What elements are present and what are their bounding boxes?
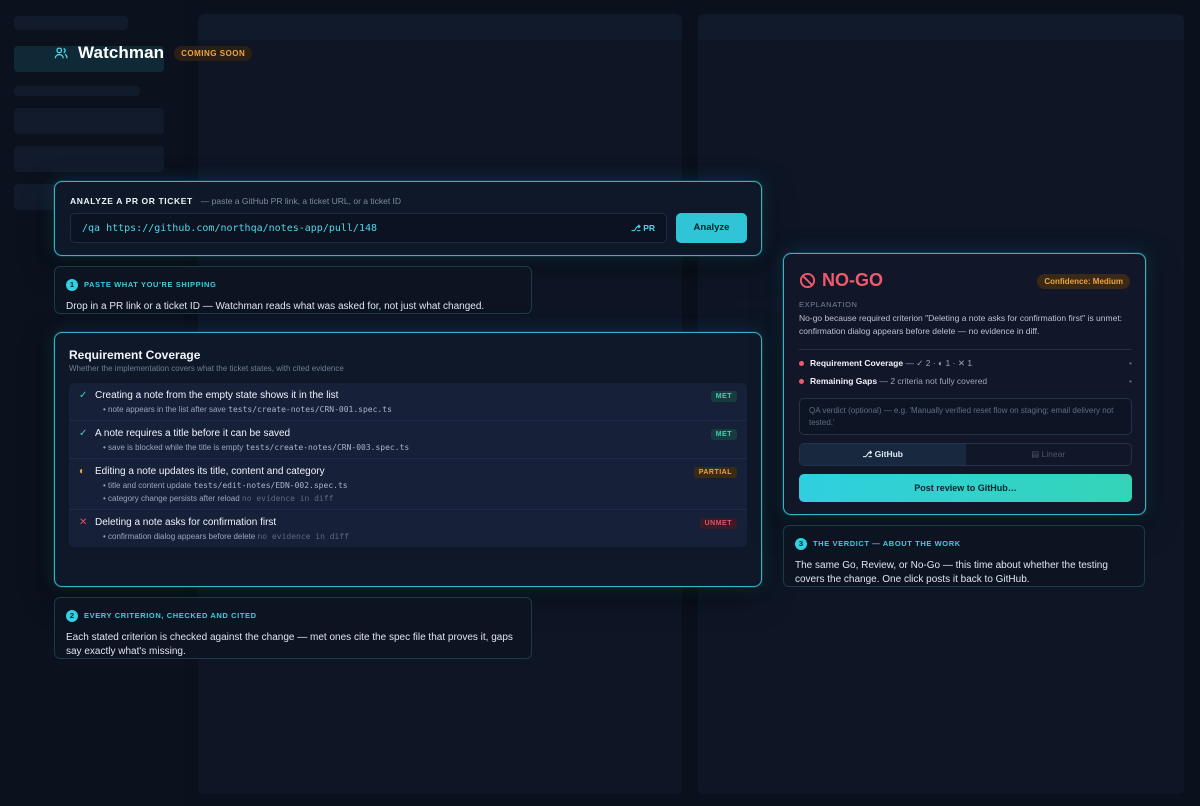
- summary-label: Requirement Coverage: [810, 358, 904, 368]
- cross-icon: ✕: [79, 517, 88, 528]
- evidence-text: save is blocked while the title is empty: [108, 443, 244, 452]
- status-dot: [799, 379, 804, 385]
- status-badge: MET: [710, 391, 737, 402]
- post-review-button[interactable]: Post review to GitHub…: [799, 474, 1132, 502]
- evidence-text: confirmation dialog appears before delet…: [108, 532, 256, 541]
- criterion-row[interactable]: ✓ A note requires a title before it can b…: [69, 421, 747, 459]
- input-value: /qa https://github.com/northqa/notes-app…: [82, 223, 378, 234]
- skeleton-line: [14, 16, 128, 30]
- divider: [799, 349, 1132, 350]
- criterion-row[interactable]: ◐ Editing a note updates its title, conte…: [69, 459, 747, 510]
- analyze-hint: — paste a GitHub PR link, a ticket URL, …: [200, 196, 402, 206]
- analyze-card: ANALYZE A PR OR TICKET — paste a GitHub …: [54, 181, 762, 256]
- step-text: Drop in a PR link or a ticket ID — Watch…: [66, 301, 485, 312]
- evidence-item: • note appears in the list after save te…: [103, 405, 392, 414]
- step-label: THE VERDICT — ABOUT THE WORK: [813, 539, 961, 549]
- github-icon: ⎇: [862, 449, 875, 459]
- verdict-title: NO-GO: [822, 270, 883, 290]
- skeleton-item: [14, 146, 164, 172]
- status-badge: UNMET: [699, 518, 737, 529]
- criterion-name: Editing a note updates its title, conten…: [95, 466, 325, 477]
- step-number: 2: [66, 609, 78, 622]
- criterion-name: Deleting a note asks for confirmation fi…: [95, 517, 277, 528]
- destination-toggle: ⎇ GitHub ▤ Linear: [799, 443, 1132, 466]
- status-badge: MET: [710, 429, 737, 440]
- evidence-item: • category change persists after reload …: [103, 494, 334, 503]
- check-icon: ✓: [79, 428, 88, 439]
- summary-label: Remaining Gaps: [810, 376, 878, 386]
- criterion-name: Creating a note from the empty state sho…: [95, 390, 339, 401]
- input-kind-indicator: ⎇ PR: [631, 223, 655, 234]
- input-kind-label: PR: [643, 223, 655, 233]
- summary-item: Remaining Gaps — 2 criteria not fully co…: [799, 376, 1132, 386]
- pr-ticket-input[interactable]: /qa https://github.com/northqa/notes-app…: [70, 213, 667, 243]
- explanation-text: No-go because required criterion "Deleti…: [799, 313, 1123, 336]
- evidence-ref[interactable]: tests/create-notes/CRN-003.spec.ts: [245, 443, 409, 452]
- evidence-item: • confirmation dialog appears before del…: [103, 532, 349, 541]
- step-note-2: 2 EVERY CRITERION, CHECKED AND CITED Each…: [54, 597, 532, 659]
- skeleton-item: [14, 108, 164, 134]
- step-label: EVERY CRITERION, CHECKED AND CITED: [84, 611, 257, 621]
- step-number: 1: [66, 278, 78, 291]
- summary-item: Requirement Coverage — ✓ 2 · ◐ 1 · ✕ 1 •: [799, 358, 1132, 369]
- analyze-button[interactable]: Analyze: [676, 213, 747, 243]
- step-note-1: 1 PASTE WHAT YOU'RE SHIPPING Drop in a PR…: [54, 266, 532, 314]
- bullet-icon: •: [1129, 358, 1132, 368]
- verdict-card: NO-GO Confidence: Medium EXPLANATION No-…: [783, 253, 1146, 515]
- coverage-title: Requirement Coverage: [69, 348, 201, 362]
- app-header: Watchman COMING SOON: [54, 40, 253, 66]
- coming-soon-badge: COMING SOON: [174, 45, 253, 61]
- status-badge: PARTIAL: [693, 467, 737, 478]
- criterion-row[interactable]: ✓ Creating a note from the empty state sh…: [69, 383, 747, 421]
- tab-linear[interactable]: ▤ Linear: [966, 444, 1132, 465]
- confidence-badge: Confidence: Medium: [1037, 274, 1130, 289]
- evidence-item: • title and content update tests/edit-no…: [103, 481, 348, 490]
- evidence-ref[interactable]: tests/create-notes/CRN-001.spec.ts: [228, 405, 392, 414]
- explanation-label: EXPLANATION: [799, 300, 858, 309]
- no-go-icon: [799, 272, 816, 289]
- missing-evidence: no evidence in diff: [241, 494, 334, 503]
- pr-icon: ⎇: [631, 223, 644, 233]
- step-text: Each stated criterion is checked against…: [66, 632, 513, 657]
- step-text: The same Go, Review, or No-Go — this tim…: [795, 560, 1108, 585]
- skeleton-line: [14, 86, 140, 96]
- status-dot: [799, 361, 804, 367]
- users-icon: [54, 47, 68, 59]
- step-note-3: 3 THE VERDICT — ABOUT THE WORK The same G…: [783, 525, 1145, 587]
- criteria-list: ✓ Creating a note from the empty state sh…: [69, 383, 747, 547]
- bullet-icon: •: [1129, 376, 1132, 386]
- check-icon: ✓: [79, 390, 88, 401]
- criterion-name: A note requires a title before it can be…: [95, 428, 291, 439]
- evidence-text: title and content update: [108, 481, 192, 490]
- analyze-label: ANALYZE A PR OR TICKET: [70, 196, 193, 206]
- tab-github[interactable]: ⎇ GitHub: [800, 444, 966, 465]
- app-title: Watchman: [78, 43, 165, 62]
- evidence-ref[interactable]: tests/edit-notes/EDN-002.spec.ts: [193, 481, 347, 490]
- step-label: PASTE WHAT YOU'RE SHIPPING: [84, 280, 217, 290]
- summary-detail: — 2 criteria not fully covered: [879, 376, 988, 386]
- evidence-text: note appears in the list after save: [108, 405, 226, 414]
- analyze-header: ANALYZE A PR OR TICKET — paste a GitHub …: [70, 196, 401, 206]
- partial-icon: ◐: [79, 466, 86, 477]
- tab-linear-label: Linear: [1041, 449, 1066, 459]
- step-number: 3: [795, 537, 807, 550]
- tab-github-label: GitHub: [874, 449, 903, 459]
- requirement-coverage-card: Requirement Coverage Whether the impleme…: [54, 332, 762, 587]
- qa-verdict-input[interactable]: QA verdict (optional) — e.g. 'Manually v…: [799, 398, 1132, 435]
- summary-detail: — ✓ 2 · ◐ 1 · ✕ 1: [905, 358, 973, 368]
- missing-evidence: no evidence in diff: [257, 532, 349, 541]
- evidence-text: category change persists after reload: [108, 494, 240, 503]
- linear-icon: ▤: [1031, 449, 1042, 459]
- verdict-heading: NO-GO: [799, 270, 883, 291]
- coverage-subtitle: Whether the implementation covers what t…: [69, 364, 344, 373]
- evidence-item: • save is blocked while the title is emp…: [103, 443, 410, 452]
- criterion-row[interactable]: ✕ Deleting a note asks for confirmation f…: [69, 510, 747, 547]
